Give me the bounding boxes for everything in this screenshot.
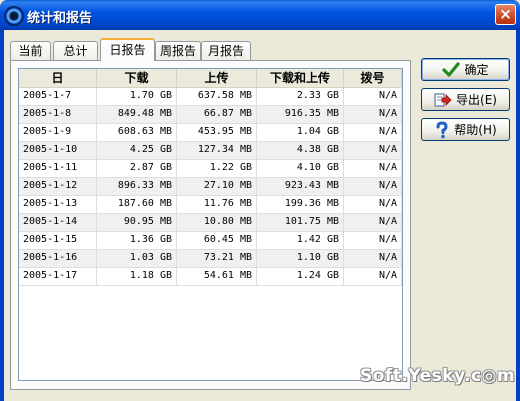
cell-upload: 11.76 MB [177,196,257,213]
cell-download: 187.60 MB [97,196,177,213]
check-icon [442,61,461,78]
cell-download: 896.33 MB [97,178,177,195]
cell-date: 2005-1-9 [19,124,97,141]
cell-date: 2005-1-12 [19,178,97,195]
table-row[interactable]: 2005-1-12 896.33 MB 27.10 MB 923.43 MB N/A [19,178,402,196]
daily-report-panel: 日 下载 上传 下载和上传 拨号 2005-1-7 1.70 GB 637.58 M… [10,60,411,390]
column-header-dialup[interactable]: 拨号 [344,69,402,87]
cell-upload: 637.58 MB [177,88,257,105]
cell-upload: 54.61 MB [177,268,257,285]
ok-button-label: 确定 [464,63,489,77]
tab-weekly-report[interactable]: 周报告 [155,41,201,60]
tab-monthly-report[interactable]: 月报告 [201,41,251,60]
cell-date: 2005-1-16 [19,250,97,267]
title-bar[interactable]: 统计和报告 × [0,0,520,30]
cell-date: 2005-1-8 [19,106,97,123]
cell-dialup: N/A [344,178,402,195]
table-header: 日 下载 上传 下载和上传 拨号 [19,69,402,88]
help-button[interactable]: 帮助(H) [421,118,510,141]
cell-total: 4.38 GB [257,142,344,159]
cell-total: 2.33 GB [257,88,344,105]
table-row[interactable]: 2005-1-13 187.60 MB 11.76 MB 199.36 MB N/A [19,196,402,214]
table-body: 2005-1-7 1.70 GB 637.58 MB 2.33 GB N/A 2005-1… [19,88,402,286]
cell-total: 916.35 MB [257,106,344,123]
export-button[interactable]: 导出(E) [421,88,510,111]
cell-download: 1.18 GB [97,268,177,285]
watermark: Soft.Yesky.c◎m [360,366,516,386]
cell-download: 608.63 MB [97,124,177,141]
table-row[interactable]: 2005-1-7 1.70 GB 637.58 MB 2.33 GB N/A [19,88,402,106]
cell-upload: 10.80 MB [177,214,257,231]
column-header-upload[interactable]: 上传 [177,69,257,87]
cell-total: 199.36 MB [257,196,344,213]
cell-download: 1.03 GB [97,250,177,267]
cell-total: 923.43 MB [257,178,344,195]
table-row[interactable]: 2005-1-8 849.48 MB 66.87 MB 916.35 MB N/A [19,106,402,124]
table-row[interactable]: 2005-1-15 1.36 GB 60.45 MB 1.42 GB N/A [19,232,402,250]
cell-upload: 60.45 MB [177,232,257,249]
cell-upload: 1.22 GB [177,160,257,177]
cell-download: 4.25 GB [97,142,177,159]
help-button-label: 帮助(H) [454,123,497,137]
cell-date: 2005-1-13 [19,196,97,213]
cell-upload: 453.95 MB [177,124,257,141]
table-row[interactable]: 2005-1-16 1.03 GB 73.21 MB 1.10 GB N/A [19,250,402,268]
cell-upload: 27.10 MB [177,178,257,195]
ok-button[interactable]: 确定 [421,58,510,81]
tab-total[interactable]: 总计 [53,41,98,60]
cell-upload: 66.87 MB [177,106,257,123]
cell-upload: 127.34 MB [177,142,257,159]
table-row[interactable]: 2005-1-17 1.18 GB 54.61 MB 1.24 GB N/A [19,268,402,286]
cell-date: 2005-1-7 [19,88,97,105]
cell-total: 1.42 GB [257,232,344,249]
table-row[interactable]: 2005-1-10 4.25 GB 127.34 MB 4.38 GB N/A [19,142,402,160]
cell-dialup: N/A [344,232,402,249]
column-header-download[interactable]: 下载 [97,69,177,87]
cell-dialup: N/A [344,160,402,177]
cell-download: 1.36 GB [97,232,177,249]
cell-date: 2005-1-10 [19,142,97,159]
window-border-right [516,30,520,401]
column-header-date[interactable]: 日 [19,69,97,87]
cell-dialup: N/A [344,250,402,267]
window-title: 统计和报告 [27,11,93,26]
help-icon [434,120,450,139]
cell-dialup: N/A [344,106,402,123]
cell-total: 1.24 GB [257,268,344,285]
close-icon: × [499,5,512,23]
cell-download: 1.70 GB [97,88,177,105]
export-icon [434,92,452,108]
cell-total: 101.75 MB [257,214,344,231]
cell-date: 2005-1-11 [19,160,97,177]
cell-download: 849.48 MB [97,106,177,123]
table-row[interactable]: 2005-1-14 90.95 MB 10.80 MB 101.75 MB N/A [19,214,402,232]
tab-current[interactable]: 当前 [10,41,51,60]
cell-dialup: N/A [344,88,402,105]
table-row[interactable]: 2005-1-11 2.87 GB 1.22 GB 4.10 GB N/A [19,160,402,178]
export-button-label: 导出(E) [456,93,497,107]
cell-download: 90.95 MB [97,214,177,231]
cell-date: 2005-1-15 [19,232,97,249]
cell-dialup: N/A [344,214,402,231]
close-button[interactable]: × [495,4,516,25]
table-row[interactable]: 2005-1-9 608.63 MB 453.95 MB 1.04 GB N/A [19,124,402,142]
daily-report-table[interactable]: 日 下载 上传 下载和上传 拨号 2005-1-7 1.70 GB 637.58 M… [18,68,403,381]
cell-dialup: N/A [344,268,402,285]
tab-daily-report[interactable]: 日报告 [100,38,155,61]
cell-dialup: N/A [344,196,402,213]
column-header-total[interactable]: 下载和上传 [257,69,344,87]
cell-total: 1.04 GB [257,124,344,141]
cell-date: 2005-1-14 [19,214,97,231]
cell-dialup: N/A [344,124,402,141]
cell-upload: 73.21 MB [177,250,257,267]
app-icon [4,6,24,26]
cell-download: 2.87 GB [97,160,177,177]
window-border-left [0,30,4,401]
cell-total: 4.10 GB [257,160,344,177]
cell-total: 1.10 GB [257,250,344,267]
cell-dialup: N/A [344,142,402,159]
cell-date: 2005-1-17 [19,268,97,285]
